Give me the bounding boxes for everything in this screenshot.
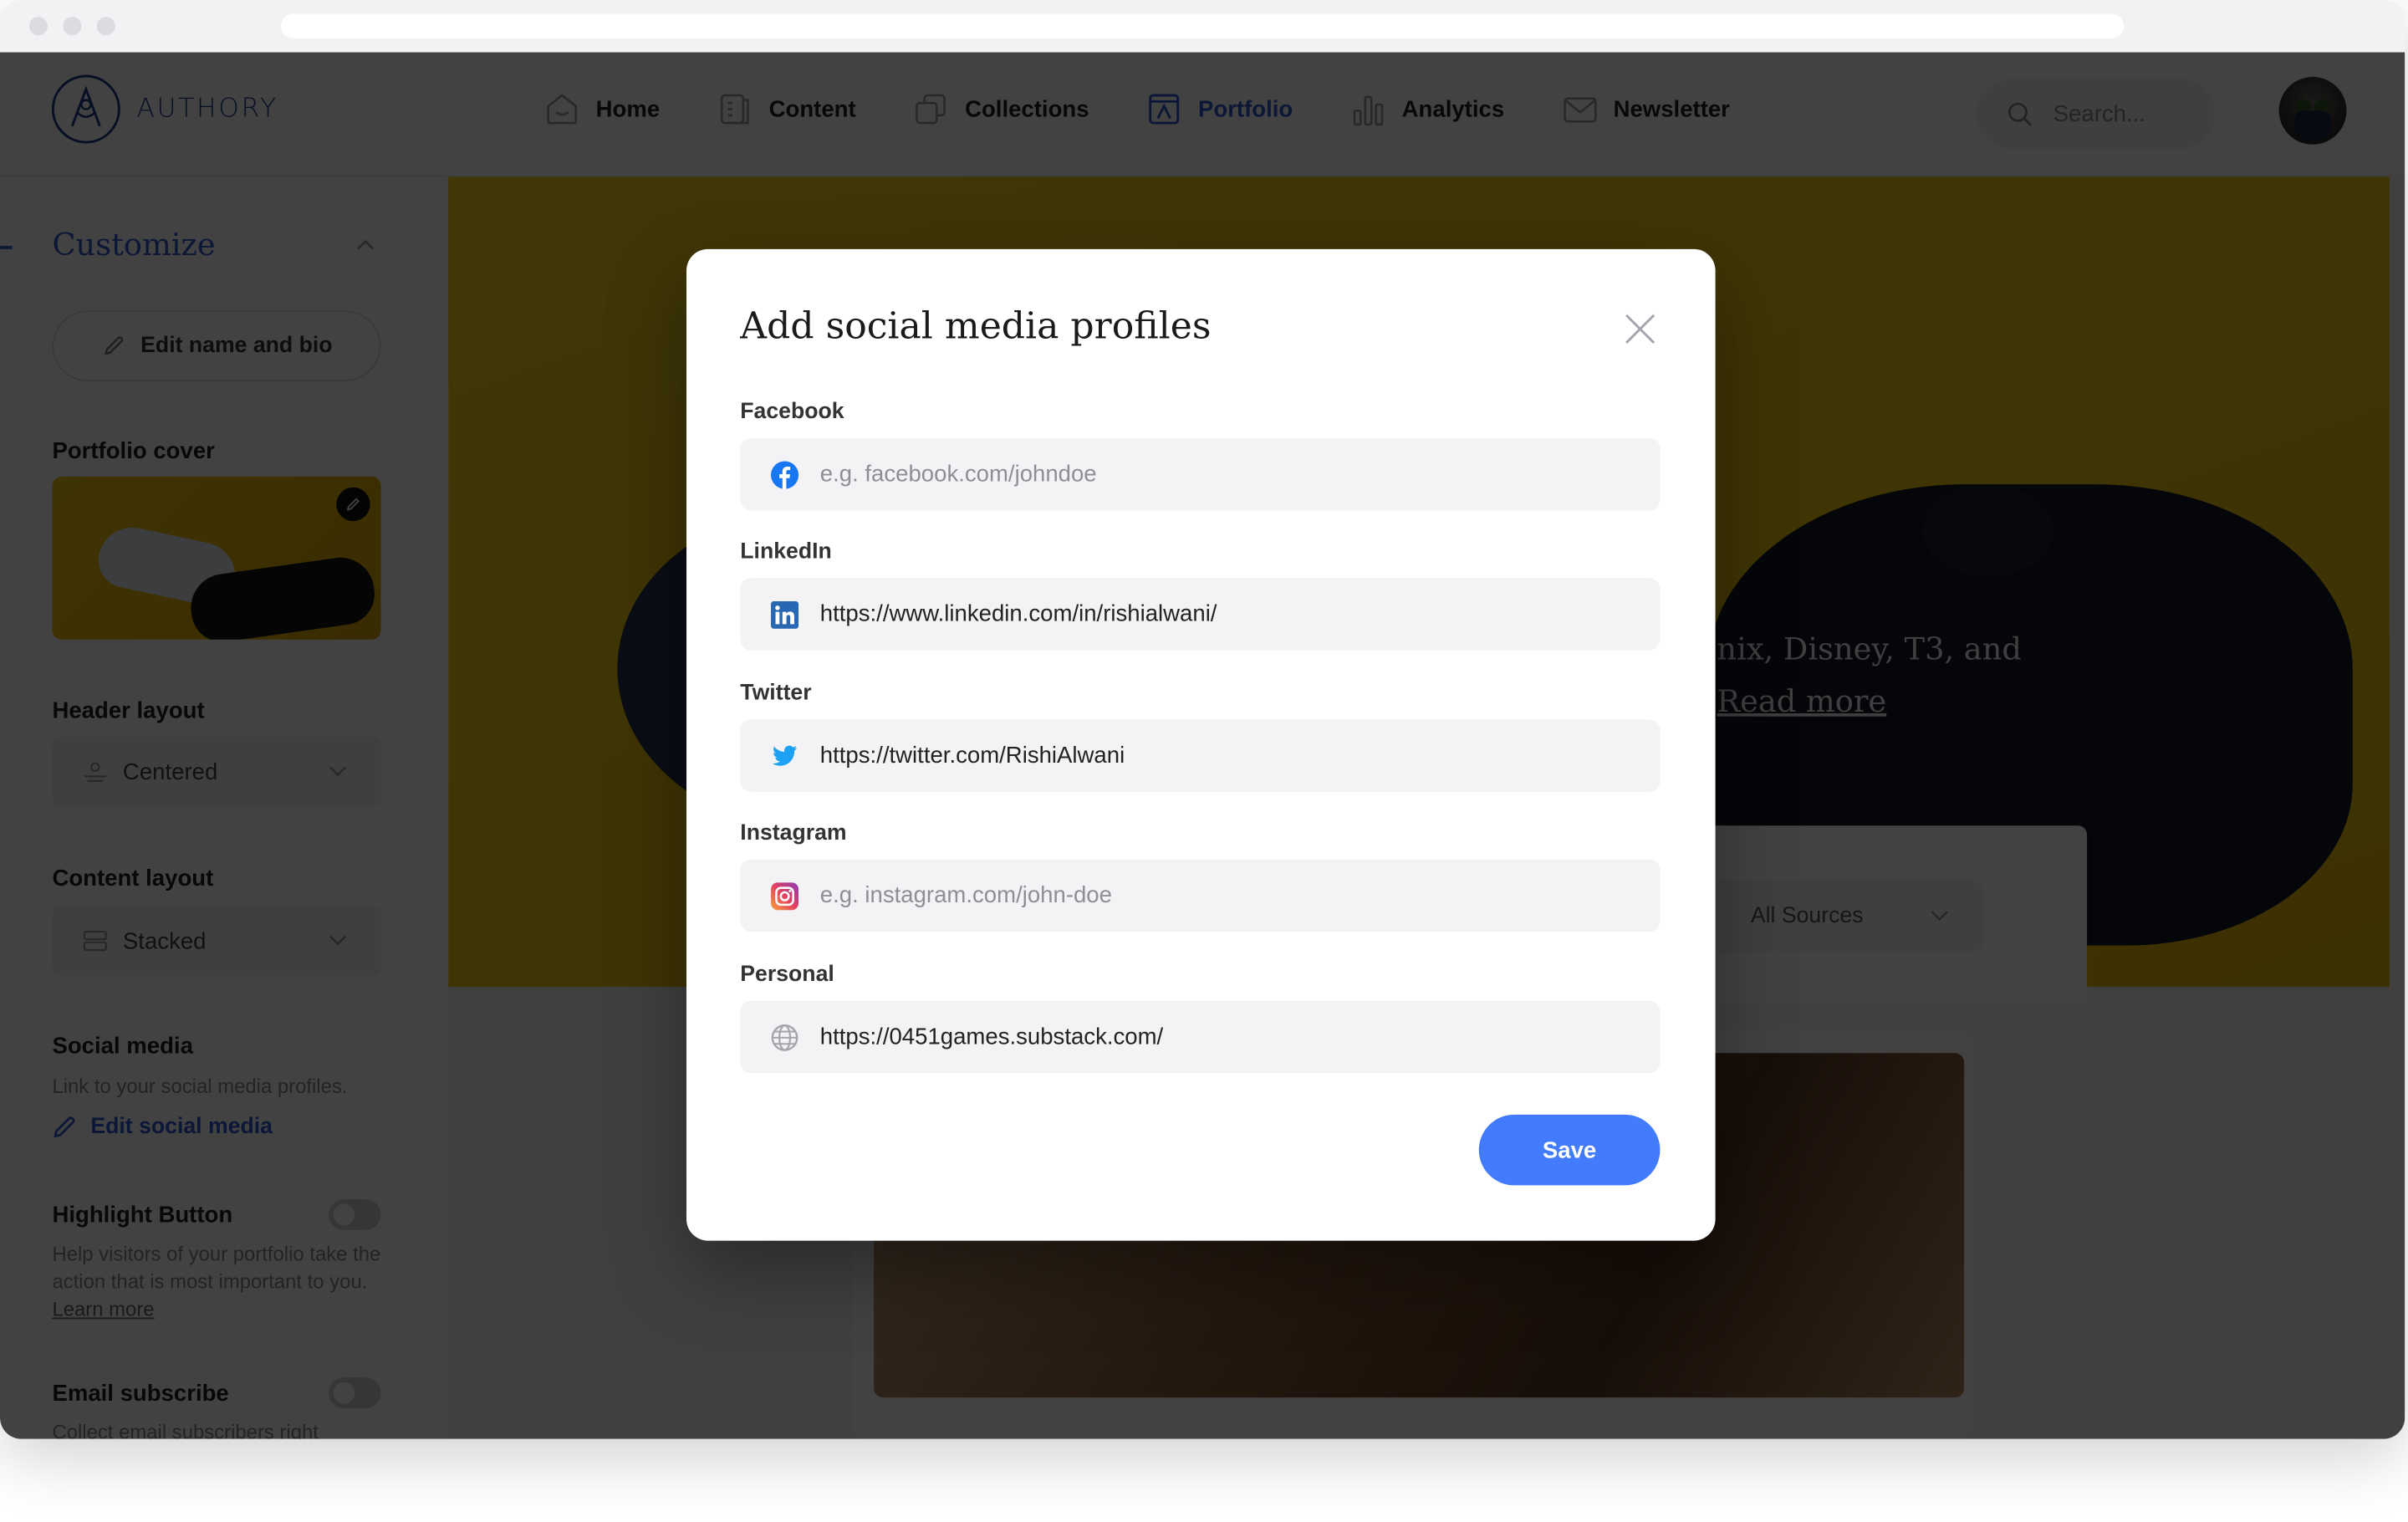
facebook-icon bbox=[771, 460, 799, 488]
facebook-label: Facebook bbox=[740, 399, 844, 425]
globe-icon bbox=[771, 1024, 798, 1050]
personal-field[interactable] bbox=[740, 1000, 1661, 1074]
linkedin-input[interactable] bbox=[817, 599, 1653, 629]
window-minimize-dot[interactable] bbox=[63, 17, 82, 36]
twitter-input[interactable] bbox=[817, 741, 1653, 771]
twitter-icon bbox=[772, 744, 798, 765]
personal-website-input[interactable] bbox=[817, 1022, 1653, 1052]
linkedin-field[interactable] bbox=[740, 578, 1661, 651]
linkedin-label: LinkedIn bbox=[740, 539, 832, 564]
facebook-input[interactable] bbox=[817, 459, 1653, 489]
window-close-dot[interactable] bbox=[28, 17, 48, 36]
instagram-field[interactable] bbox=[740, 859, 1661, 932]
window-maximize-dot[interactable] bbox=[96, 17, 115, 36]
linkedin-icon bbox=[771, 600, 799, 628]
browser-chrome bbox=[0, 0, 2405, 54]
address-bar[interactable] bbox=[281, 13, 2125, 38]
personal-label: Personal bbox=[740, 962, 834, 988]
social-media-modal: Add social media profiles Facebook Linke… bbox=[686, 248, 1716, 1241]
modal-title: Add social media profiles bbox=[740, 304, 1212, 348]
twitter-field[interactable] bbox=[740, 719, 1661, 792]
instagram-icon bbox=[771, 881, 799, 910]
instagram-label: Instagram bbox=[740, 820, 847, 846]
facebook-field[interactable] bbox=[740, 437, 1661, 511]
save-button[interactable]: Save bbox=[1478, 1114, 1661, 1186]
screen: AUTHORY Home Content Collections bbox=[0, 0, 2408, 1522]
close-icon[interactable] bbox=[1623, 312, 1656, 345]
instagram-input[interactable] bbox=[817, 881, 1653, 911]
twitter-label: Twitter bbox=[740, 681, 812, 706]
